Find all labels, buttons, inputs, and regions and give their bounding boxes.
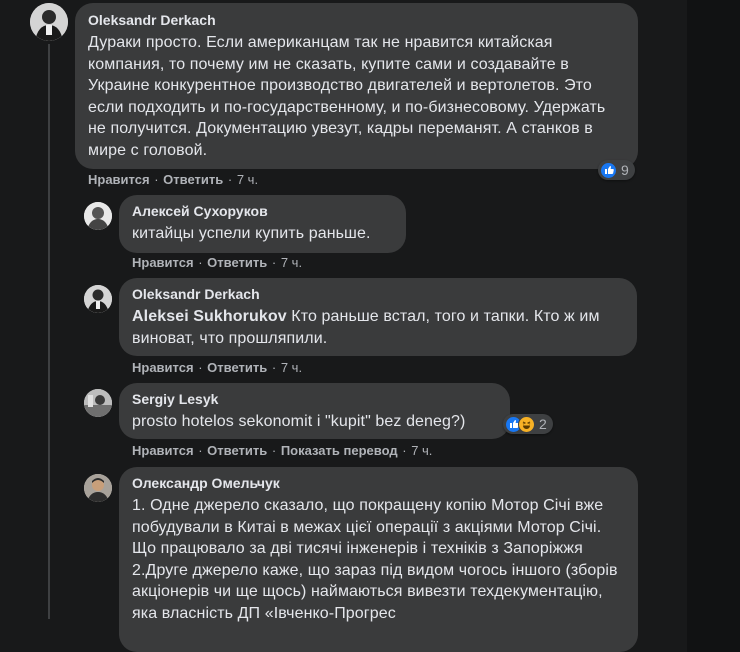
comment-author[interactable]: Oleksandr Derkach <box>132 286 625 303</box>
timestamp[interactable]: 7 ч. <box>281 255 302 270</box>
comment-author[interactable]: Oleksandr Derkach <box>88 12 626 29</box>
haha-icon <box>518 415 535 433</box>
reply-link[interactable]: Ответить <box>207 255 267 270</box>
reply-link[interactable]: Ответить <box>207 443 267 458</box>
comment-author[interactable]: Sergiy Lesyk <box>132 391 498 408</box>
like-link[interactable]: Нравится <box>132 360 194 375</box>
comment-bubble: Oleksandr Derkach Aleksei Sukhorukov Кто… <box>119 278 637 356</box>
comment-author[interactable]: Олександр Омельчук <box>132 475 626 492</box>
like-icon <box>600 161 617 179</box>
comment-bubble: Алексей Сухоруков китайцы успели купить … <box>119 195 406 253</box>
comment-text: 1. Одне джерело сказало, що покращену ко… <box>132 497 618 622</box>
timestamp[interactable]: 7 ч. <box>411 443 432 458</box>
comment-text: Дураки просто. Если американцам так не н… <box>88 34 606 159</box>
reply-link[interactable]: Ответить <box>163 172 223 187</box>
avatar[interactable] <box>84 389 112 417</box>
timestamp[interactable]: 7 ч. <box>281 360 302 375</box>
avatar[interactable] <box>30 3 68 41</box>
thread-line <box>48 44 50 619</box>
reaction-summary[interactable]: 9 <box>598 160 635 180</box>
reaction-count: 9 <box>621 162 629 178</box>
comment-text: китайцы успели купить раньше. <box>132 225 371 242</box>
reply-link[interactable]: Ответить <box>207 360 267 375</box>
like-link[interactable]: Нравится <box>88 172 150 187</box>
translate-link[interactable]: Показать перевод <box>281 443 398 458</box>
reaction-summary[interactable]: 2 <box>503 414 553 434</box>
comment-bubble: Oleksandr Derkach Дураки просто. Если ам… <box>75 3 638 169</box>
comment-text: prosto hotelos sekonomit i "kupit" bez d… <box>132 413 466 430</box>
comment-actions: Нравится · Ответить · 7 ч. <box>132 255 303 270</box>
like-link[interactable]: Нравится <box>132 255 194 270</box>
comment-author[interactable]: Алексей Сухоруков <box>132 203 394 220</box>
like-link[interactable]: Нравится <box>132 443 194 458</box>
comment-text: Aleksei Sukhorukov Кто раньше встал, тог… <box>132 306 625 349</box>
comment-actions: Нравится · Ответить · 7 ч. <box>132 360 303 375</box>
comment-actions: Нравится · Ответить · Показать перевод ·… <box>132 443 433 458</box>
avatar[interactable] <box>84 474 112 502</box>
right-panel <box>687 0 740 652</box>
avatar[interactable] <box>84 202 112 230</box>
mention-link[interactable]: Aleksei Sukhorukov <box>132 308 287 325</box>
timestamp[interactable]: 7 ч. <box>237 172 258 187</box>
comment-bubble: Олександр Омельчук 1. Одне джерело сказа… <box>119 467 638 652</box>
avatar[interactable] <box>84 285 112 313</box>
comment-actions: Нравится · Ответить · 7 ч. <box>88 172 259 187</box>
reaction-count: 2 <box>539 416 547 432</box>
comment-bubble: Sergiy Lesyk prosto hotelos sekonomit i … <box>119 383 510 439</box>
